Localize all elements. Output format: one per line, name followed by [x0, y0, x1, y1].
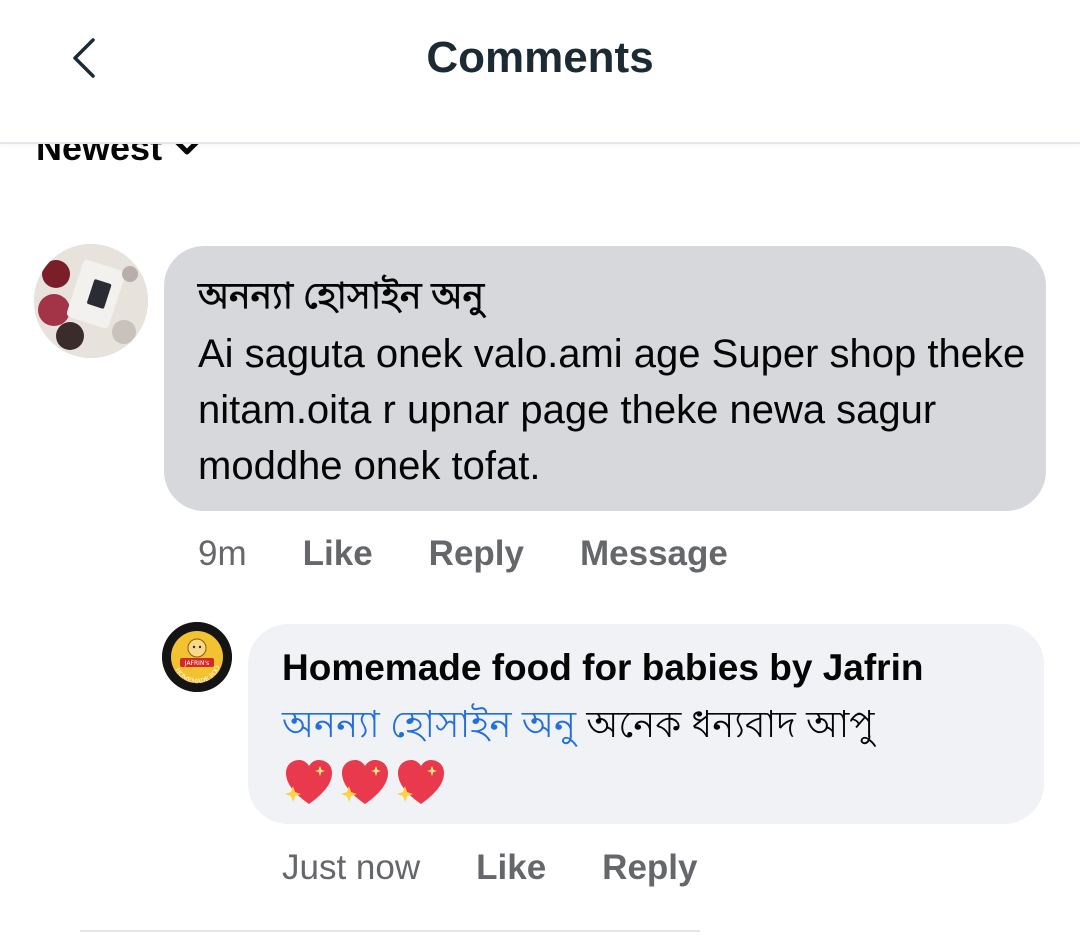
comment-timestamp: 9m [198, 534, 247, 573]
commenter-avatar[interactable] [34, 244, 148, 358]
reply-reply-button[interactable]: Reply [602, 848, 697, 888]
reply-actions: Just now Like Reply [282, 846, 753, 890]
mention-link[interactable]: অনন্যা হোসাইন অনু [282, 704, 576, 745]
next-comment-edge [80, 930, 700, 940]
reply-like-button[interactable]: Like [476, 848, 546, 888]
sparkling-heart-icon [341, 760, 388, 804]
reply-text: অনন্যা হোসাইন অনু অনেক ধন্যবাদ আপু [282, 700, 1032, 750]
svg-text:JAFRIN's: JAFRIN's [184, 660, 209, 667]
reply-timestamp: Just now [282, 848, 421, 887]
page-title: Comments [426, 33, 654, 82]
page-avatar[interactable]: JAFRIN's HOMEMADE FOOD [162, 622, 232, 692]
comment-text: Ai saguta onek valo.ami age Super shop t… [198, 332, 1026, 488]
sparkling-heart-icon [397, 760, 444, 804]
comment-author[interactable]: অনন্যা হোসাইন অনু [198, 272, 484, 320]
heart-emojis [282, 756, 448, 812]
commenter-photo [34, 244, 148, 358]
comments-header: Comments [0, 0, 1080, 144]
reply-button[interactable]: Reply [429, 534, 524, 574]
like-button[interactable]: Like [303, 534, 373, 574]
page-logo: JAFRIN's HOMEMADE FOOD [162, 622, 232, 692]
reply-author[interactable]: Homemade food for babies by Jafrin [282, 644, 923, 692]
sparkling-heart-icon [285, 760, 332, 804]
message-button[interactable]: Message [580, 534, 728, 574]
comment-actions: 9m Like Reply Message [198, 532, 784, 576]
reply-message: অনেক ধন্যবাদ আপু [586, 704, 875, 745]
